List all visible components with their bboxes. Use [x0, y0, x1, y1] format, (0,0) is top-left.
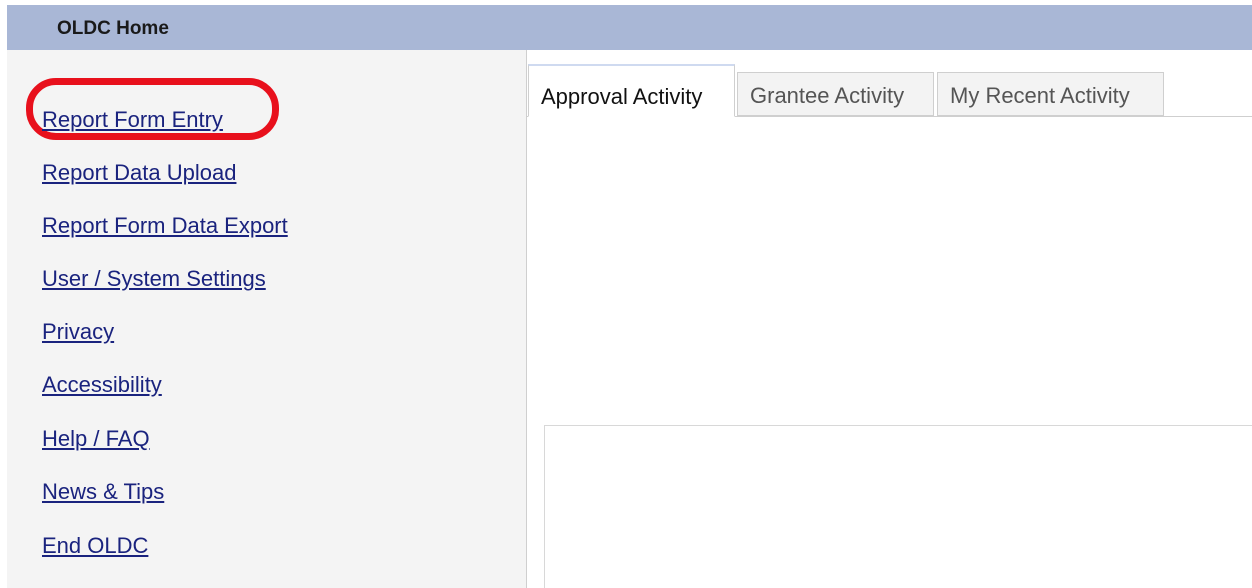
main-content: Approval Activity Grantee Activity My Re… — [527, 50, 1252, 588]
sidebar-item-help-faq[interactable]: Help / FAQ — [42, 426, 150, 452]
tab-approval-activity[interactable]: Approval Activity — [528, 64, 735, 117]
sidebar-item-user-system-settings[interactable]: User / System Settings — [42, 266, 266, 292]
title-bar: OLDC Home — [7, 5, 1252, 50]
oldc-home-page: OLDC Home Report Form Entry Report Data … — [0, 0, 1252, 588]
sidebar-item-accessibility[interactable]: Accessibility — [42, 372, 162, 398]
tab-my-recent-activity[interactable]: My Recent Activity — [937, 72, 1164, 116]
sidebar-item-news-tips[interactable]: News & Tips — [42, 479, 164, 505]
page-title: OLDC Home — [57, 18, 169, 39]
sidebar-nav: Report Form Entry Report Data Upload Rep… — [7, 50, 527, 588]
sidebar-item-report-form-data-export[interactable]: Report Form Data Export — [42, 213, 288, 239]
activity-panel — [544, 425, 1252, 588]
sidebar-item-privacy[interactable]: Privacy — [42, 319, 114, 345]
sidebar-item-report-data-upload[interactable]: Report Data Upload — [42, 160, 236, 186]
sidebar-item-report-form-entry[interactable]: Report Form Entry — [42, 107, 223, 133]
sidebar-item-end-oldc[interactable]: End OLDC — [42, 533, 148, 559]
tab-grantee-activity[interactable]: Grantee Activity — [737, 72, 934, 116]
